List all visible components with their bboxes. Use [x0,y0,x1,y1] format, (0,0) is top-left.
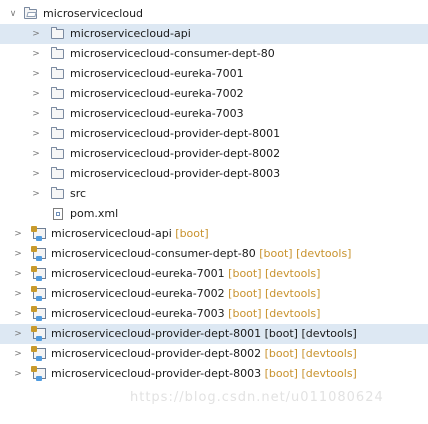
chevron-right-icon[interactable]: > [31,44,41,64]
tree-child-item[interactable]: > src [0,184,428,204]
tree-project-item-selected[interactable]: > microservicecloud-provider-dept-8001 [… [0,324,428,344]
maven-project-icon [31,266,46,281]
tree-item-label: pom.xml [70,207,119,220]
chevron-right-icon[interactable]: > [13,344,23,364]
watermark: https://blog.csdn.net/u011080624 [130,390,384,405]
tree-child-item[interactable]: > microservicecloud-provider-dept-8003 [0,164,428,184]
chevron-right-icon[interactable]: > [13,284,23,304]
tree-item-label: microservicecloud-eureka-7001 [boot] [de… [51,267,321,280]
maven-project-icon [31,246,46,261]
tree-item-label: microservicecloud-provider-dept-8001 [70,127,281,140]
chevron-right-icon[interactable]: > [31,164,41,184]
tree-item-label: microservicecloud-eureka-7001 [70,67,244,80]
tree-item-label: microservicecloud [43,7,144,20]
open-folder-icon [24,7,37,19]
project-tags: [boot] [devtools] [228,287,321,300]
folder-icon [51,87,64,99]
tree-child-item[interactable]: > microservicecloud-provider-dept-8002 [0,144,428,164]
tree-child-item[interactable]: > microservicecloud-eureka-7001 [0,64,428,84]
chevron-right-icon[interactable]: > [31,104,41,124]
chevron-right-icon[interactable]: > [13,364,23,384]
chevron-right-icon[interactable]: > [13,224,23,244]
chevron-right-icon[interactable]: > [31,24,41,44]
folder-icon [51,107,64,119]
tree-item-label: microservicecloud-api [boot] [51,227,209,240]
tree-item-label: microservicecloud-eureka-7003 [70,107,244,120]
tree-root-item[interactable]: ∨ microservicecloud [0,4,428,24]
chevron-right-icon[interactable]: > [31,124,41,144]
tree-item-label: microservicecloud-consumer-dept-80 [boot… [51,247,352,260]
tree-item-label: src [70,187,87,200]
chevron-down-icon[interactable]: ∨ [8,4,18,24]
tree-project-item[interactable]: > microservicecloud-provider-dept-8003 [… [0,364,428,384]
project-tags: [boot] [devtools] [228,307,321,320]
folder-icon [51,187,64,199]
folder-icon [51,47,64,59]
tree-project-item[interactable]: > microservicecloud-eureka-7002 [boot] [… [0,284,428,304]
chevron-right-icon[interactable]: > [13,304,23,324]
maven-project-icon [31,226,46,241]
chevron-right-icon[interactable]: > [31,64,41,84]
tree-item-label: microservicecloud-provider-dept-8002 [bo… [51,347,357,360]
tree-item-label: microservicecloud-eureka-7002 [70,87,244,100]
maven-project-icon [31,286,46,301]
tree-item-label: microservicecloud-provider-dept-8003 [70,167,281,180]
project-tags: [boot] [devtools] [228,267,321,280]
project-tags: [boot] [devtools] [259,247,352,260]
tree-project-item[interactable]: > microservicecloud-consumer-dept-80 [bo… [0,244,428,264]
folder-icon [51,167,64,179]
tree-child-item[interactable]: pom.xml [0,204,428,224]
tree-item-label: microservicecloud-eureka-7002 [boot] [de… [51,287,321,300]
chevron-right-icon[interactable]: > [13,264,23,284]
chevron-right-icon[interactable]: > [31,84,41,104]
xml-file-icon [53,208,63,220]
tree-item-label: microservicecloud-consumer-dept-80 [70,47,275,60]
tree-item-label: microservicecloud-provider-dept-8001 [bo… [51,327,357,340]
tree-child-item[interactable]: > microservicecloud-provider-dept-8001 [0,124,428,144]
maven-project-icon [31,306,46,321]
project-explorer-tree: ∨ microservicecloud > microservicecloud-… [0,0,428,384]
folder-icon [51,27,64,39]
tree-child-item[interactable]: > microservicecloud-eureka-7002 [0,84,428,104]
tree-project-item[interactable]: > microservicecloud-provider-dept-8002 [… [0,344,428,364]
project-tags: [boot] [devtools] [264,347,357,360]
tree-project-item[interactable]: > microservicecloud-eureka-7001 [boot] [… [0,264,428,284]
tree-project-item[interactable]: > microservicecloud-api [boot] [0,224,428,244]
folder-icon [51,127,64,139]
chevron-right-icon[interactable]: > [31,144,41,164]
chevron-right-icon[interactable]: > [13,324,23,344]
maven-project-icon [31,326,46,341]
folder-icon [51,147,64,159]
tree-project-item[interactable]: > microservicecloud-eureka-7003 [boot] [… [0,304,428,324]
project-tags: [boot] [175,227,209,240]
project-tags: [boot] [devtools] [264,367,357,380]
maven-project-icon [31,366,46,381]
folder-icon [51,67,64,79]
tree-child-item[interactable]: > microservicecloud-consumer-dept-80 [0,44,428,64]
chevron-right-icon[interactable]: > [31,184,41,204]
tree-item-label: microservicecloud-provider-dept-8003 [bo… [51,367,357,380]
tree-child-item[interactable]: > microservicecloud-eureka-7003 [0,104,428,124]
tree-item-label: microservicecloud-eureka-7003 [boot] [de… [51,307,321,320]
chevron-right-icon[interactable]: > [13,244,23,264]
project-tags: [boot] [devtools] [264,327,357,340]
tree-item-label: microservicecloud-provider-dept-8002 [70,147,281,160]
tree-child-item[interactable]: > microservicecloud-api [0,24,428,44]
maven-project-icon [31,346,46,361]
tree-item-label: microservicecloud-api [70,27,191,40]
